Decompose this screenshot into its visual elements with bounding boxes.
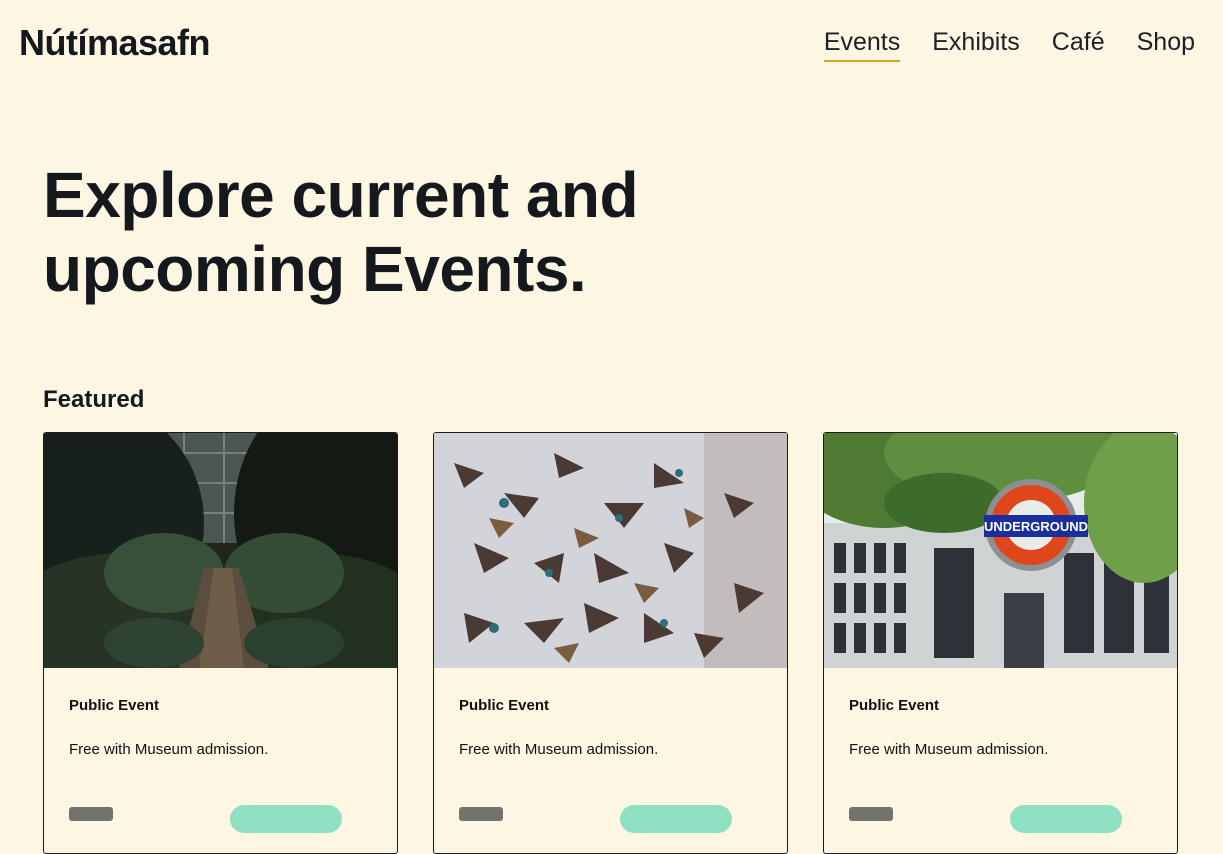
event-type-label: Public Event	[69, 697, 160, 714]
event-card-body: Public Event Free with Museum admission.	[44, 668, 397, 760]
site-header: Nútímasafn Events Exhibits Café Shop	[0, 0, 1223, 86]
event-description: Free with Museum admission.	[459, 741, 659, 758]
hummingbird-specimens-photo	[434, 433, 787, 668]
event-card[interactable]: UNDERGROUND Public Event Free with Museu…	[823, 432, 1178, 854]
event-date-text	[459, 807, 503, 821]
nav-item-events[interactable]: Events	[823, 26, 901, 62]
event-description: Free with Museum admission.	[849, 741, 1049, 758]
site-logo[interactable]: Nútímasafn	[19, 22, 211, 64]
event-date-text	[69, 807, 113, 821]
page-title: Explore current and upcoming Events.	[43, 159, 639, 305]
event-card[interactable]: Public Event Free with Museum admission.	[43, 432, 398, 854]
nav-item-exhibits[interactable]: Exhibits	[932, 26, 1020, 62]
event-action-button[interactable]	[230, 805, 342, 833]
featured-heading: Featured	[43, 386, 145, 413]
event-card-body: Public Event Free with Museum admission.	[434, 668, 787, 760]
svg-text:UNDERGROUND: UNDERGROUND	[984, 519, 1088, 534]
underground-sign-photo: UNDERGROUND	[824, 433, 1177, 668]
event-action-button[interactable]	[620, 805, 732, 833]
featured-events-list: Public Event Free with Museum admission.	[43, 432, 1178, 854]
nav-item-shop[interactable]: Shop	[1137, 26, 1195, 62]
event-action-button[interactable]	[1010, 805, 1122, 833]
nav-item-cafe[interactable]: Café	[1052, 26, 1105, 62]
event-card[interactable]: Public Event Free with Museum admission.	[433, 432, 788, 854]
event-type-label: Public Event	[459, 697, 550, 714]
event-date-text	[849, 807, 893, 821]
event-description: Free with Museum admission.	[69, 741, 269, 758]
greenhouse-path-photo	[44, 433, 397, 668]
main-nav: Events Exhibits Café Shop	[823, 26, 1195, 62]
event-type-label: Public Event	[849, 697, 940, 714]
event-card-body: Public Event Free with Museum admission.	[824, 668, 1177, 760]
